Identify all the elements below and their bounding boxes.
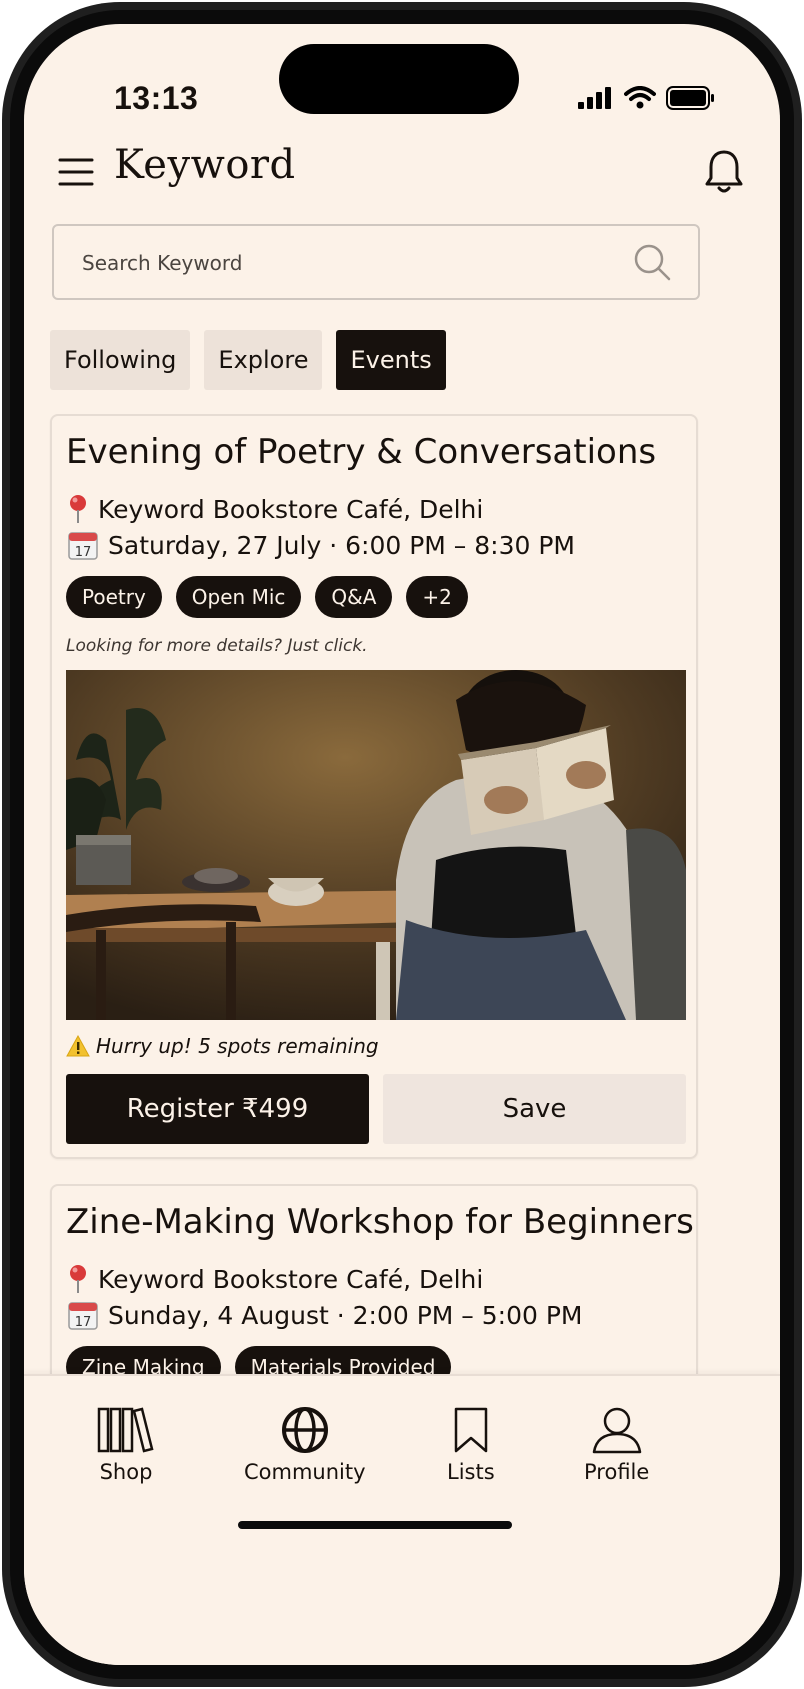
details-hint: Looking for more details? Just click. [66, 636, 368, 656]
register-button[interactable]: Register ₹499 [66, 1074, 369, 1144]
location-pin-icon [70, 495, 86, 523]
nav-profile[interactable]: Profile [584, 1406, 649, 1484]
event-datetime-text: Sunday, 4 August · 2:00 PM – 5:00 PM [108, 1300, 583, 1330]
event-photo-illustration [66, 670, 686, 1020]
user-icon [592, 1407, 641, 1454]
books-icon [97, 1407, 154, 1453]
spots-alert-text: Hurry up! 5 spots remaining [96, 1034, 379, 1058]
event-location: Keyword Bookstore Café, Delhi [68, 494, 483, 524]
nav-label: Lists [447, 1460, 495, 1484]
spots-alert: Hurry up! 5 spots remaining [66, 1034, 379, 1058]
tab-following[interactable]: Following [50, 330, 191, 390]
calendar-icon: 17 [68, 532, 98, 560]
event-datetime: 17 Saturday, 27 July · 6:00 PM – 8:30 PM [68, 530, 575, 560]
search-bar [52, 224, 700, 300]
event-photo[interactable] [66, 670, 686, 1020]
tag-chip[interactable]: Poetry [66, 576, 162, 618]
event-location: Keyword Bookstore Café, Delhi [68, 1264, 483, 1294]
calendar-icon: 17 [68, 1302, 98, 1330]
nav-label: Profile [584, 1460, 650, 1484]
warning-icon [66, 1035, 90, 1057]
event-title[interactable]: Evening of Poetry & Conversations [66, 432, 656, 472]
tab-explore[interactable]: Explore [204, 330, 323, 390]
bottom-nav: Shop Community Lists Profile [24, 1374, 780, 1665]
dynamic-island [279, 44, 519, 114]
save-button[interactable]: Save [383, 1074, 686, 1144]
app-screen: 13:13 Keyword Search Keyword Following E… [24, 24, 780, 1665]
event-datetime-text: Saturday, 27 July · 6:00 PM – 8:30 PM [108, 530, 575, 560]
brand-logo[interactable]: Keyword [114, 142, 296, 188]
location-pin-icon [70, 1265, 86, 1293]
svg-text:17: 17 [75, 1315, 92, 1330]
app-header: Keyword [58, 142, 746, 202]
nav-label: Shop [99, 1460, 153, 1484]
bookmark-icon [454, 1407, 488, 1453]
event-datetime: 17 Sunday, 4 August · 2:00 PM – 5:00 PM [68, 1300, 582, 1330]
status-icons [578, 86, 716, 110]
tag-chip[interactable]: Open Mic [175, 576, 302, 618]
battery-icon [666, 86, 714, 110]
nav-label: Community [244, 1460, 366, 1484]
globe-icon [281, 1407, 328, 1453]
event-card[interactable]: Evening of Poetry & Conversations Keywor… [50, 414, 698, 1159]
status-time: 13:13 [114, 80, 199, 116]
search-input[interactable] [80, 226, 604, 300]
event-tags: Poetry Open Mic Q&A +2 [66, 576, 468, 618]
wifi-icon [624, 86, 656, 109]
event-title[interactable]: Zine-Making Workshop for Beginners [66, 1202, 694, 1242]
event-location-text: Keyword Bookstore Café, Delhi [98, 1264, 484, 1294]
tab-events[interactable]: Events [336, 330, 446, 390]
feed-tabs: Following Explore Events [50, 330, 446, 390]
phone-frame: 13:13 Keyword Search Keyword Following E… [0, 0, 804, 1689]
signal-icon [578, 87, 611, 109]
home-indicator[interactable] [238, 1521, 512, 1529]
event-location-text: Keyword Bookstore Café, Delhi [98, 494, 484, 524]
search-icon[interactable] [632, 242, 672, 282]
menu-icon[interactable] [58, 152, 98, 192]
nav-community[interactable]: Community [244, 1406, 366, 1484]
nav-shop[interactable]: Shop [96, 1406, 156, 1484]
tag-chip[interactable]: Q&A [315, 576, 393, 618]
more-tags-chip[interactable]: +2 [406, 576, 468, 618]
nav-lists[interactable]: Lists [447, 1406, 495, 1484]
svg-text:17: 17 [75, 545, 92, 560]
bell-icon[interactable] [702, 148, 746, 196]
